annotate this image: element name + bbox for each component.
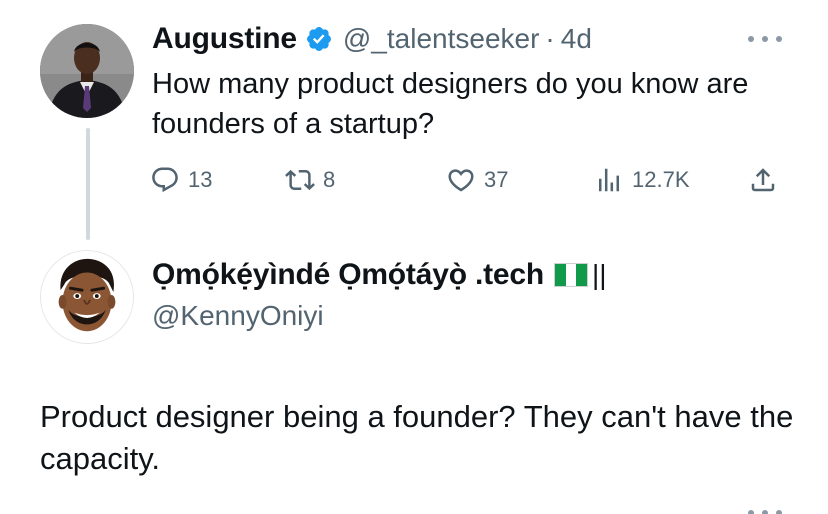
repost-icon: [285, 169, 315, 191]
like-button[interactable]: 37: [446, 160, 508, 200]
thread-connector-line: [86, 128, 90, 240]
tweet-actions: 13 8 37 12.7K: [150, 160, 790, 200]
reply-text: Product designer being a founder? They c…: [40, 399, 794, 476]
views-bar-chart-icon: [599, 168, 619, 192]
timestamp[interactable]: 4d: [561, 23, 592, 55]
nigeria-flag-icon: [553, 263, 588, 287]
more-dots-icon[interactable]: [748, 34, 782, 44]
views-button[interactable]: 12.7K: [594, 160, 690, 200]
share-button[interactable]: [748, 160, 778, 200]
reply-bubble-icon: [152, 167, 178, 193]
reply-button[interactable]: 13: [150, 160, 212, 200]
verified-badge-icon: [306, 27, 331, 51]
avatar-augustine[interactable]: [40, 24, 134, 118]
share-upload-icon: [751, 168, 775, 192]
reply-author-handle[interactable]: @KennyOniyi: [152, 300, 324, 332]
reply-count: 13: [188, 167, 213, 192]
reply-author-name[interactable]: Ọmọ́kẹ́yìndé Ọmọ́táyọ̀ .tech: [152, 258, 544, 292]
reply-header: Ọmọ́kẹ́yìndé Ọmọ́táyọ̀ .tech ||: [152, 256, 607, 294]
views-count: 12.7K: [632, 167, 690, 192]
author-name[interactable]: Augustine: [152, 22, 297, 56]
tweet-reply[interactable]: Ọmọ́kẹ́yìndé Ọmọ́táyọ̀ .tech || @KennyOn…: [0, 240, 828, 514]
tweet-original[interactable]: Augustine @_talentseeker · 4d How many p…: [0, 0, 828, 240]
heart-icon: [448, 169, 474, 192]
tweet-text: How many product designers do you know a…: [152, 68, 749, 140]
repost-count: 8: [323, 167, 336, 192]
author-handle[interactable]: @_talentseeker: [343, 23, 540, 55]
tweet-header: Augustine @_talentseeker · 4d: [152, 20, 592, 58]
repost-button[interactable]: 8: [285, 160, 335, 200]
separator-dot: ·: [545, 23, 555, 54]
avatar-kennyoniyi[interactable]: [40, 250, 134, 344]
name-suffix: ||: [591, 259, 607, 290]
more-dots-icon[interactable]: [748, 508, 782, 514]
like-count: 37: [484, 167, 509, 192]
